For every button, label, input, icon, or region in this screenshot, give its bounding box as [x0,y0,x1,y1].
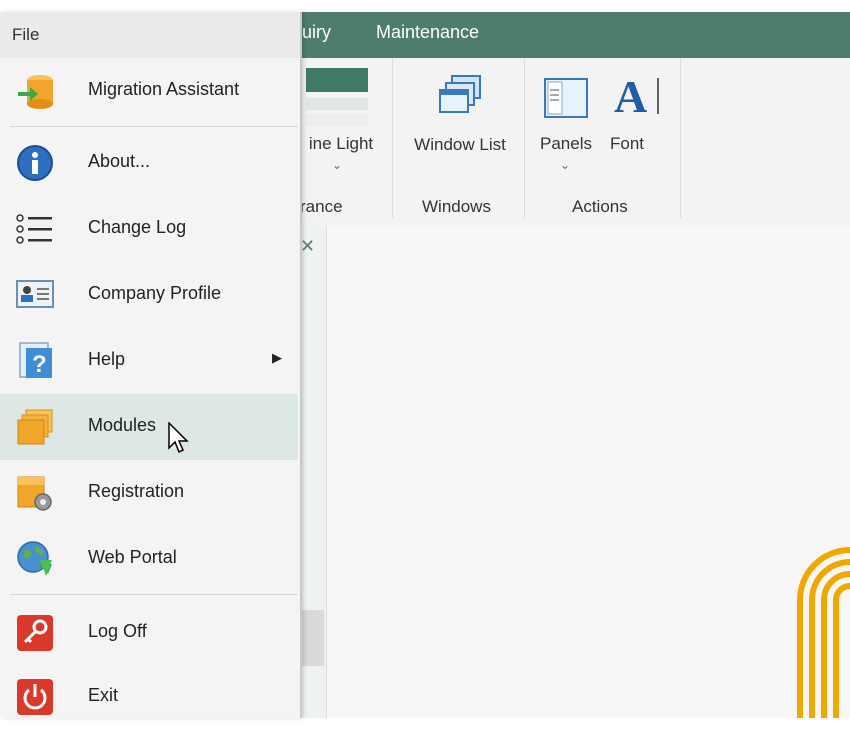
tab-inquiry[interactable]: uiry [302,22,331,43]
panels-icon [544,78,588,118]
menu-item-web-portal[interactable]: Web Portal [0,526,298,592]
menu-separator [10,594,298,595]
app-window: uiry Maintenance ine Light ⌄ Window List [0,0,850,718]
group-label-actions: Actions [572,197,628,216]
scrollbar[interactable] [302,610,324,666]
menu-item-label: Modules [88,415,157,435]
migration-icon [18,75,53,109]
menu-item-label: Registration [88,481,185,501]
group-divider [524,58,525,218]
globe-icon [17,541,52,576]
tab-maintenance[interactable]: Maintenance [376,22,479,43]
menu-item-label: Company Profile [88,283,222,303]
font-label: Font [610,134,645,153]
help-icon: ? [19,342,52,378]
file-menu: File Migration Assistant About... Change… [0,12,302,718]
theme-icon [306,68,368,126]
font-icon: A [614,72,659,118]
svg-text:A: A [614,72,647,118]
mouse-cursor-icon [168,422,189,454]
file-menu-header[interactable]: File [0,12,300,58]
power-icon [17,679,53,715]
window-list-button[interactable]: Window List [404,58,514,188]
group-label-appearance: rance [300,197,343,216]
menu-item-label: Exit [88,685,119,705]
submenu-arrow-icon: ▶ [272,350,282,365]
panels-label: Panels [540,134,592,153]
theme-label: ine Light [308,134,374,153]
menu-item-label: Help [88,349,126,369]
svg-text:?: ? [32,351,47,378]
registration-icon [17,476,52,511]
menu-item-log-off[interactable]: Log Off [0,600,298,666]
menu-item-exit[interactable]: Exit [0,664,298,730]
menu-item-label: Change Log [88,217,187,237]
file-menu-title: File [12,25,40,44]
group-divider [680,58,681,218]
chevron-down-icon: ⌄ [560,158,571,172]
menu-item-label: About... [88,151,151,171]
menu-item-label: Web Portal [88,547,177,567]
document-area [327,226,850,718]
key-icon [17,615,53,651]
group-divider [392,58,393,218]
window-list-icon [439,75,481,113]
close-icon[interactable]: ✕ [300,236,315,257]
list-icon [16,214,52,244]
chevron-down-icon: ⌄ [332,158,343,172]
info-icon [17,145,53,181]
menu-separator [10,126,298,127]
menu-item-label: Log Off [88,621,147,641]
menu-item-help[interactable]: ? Help ▶ [0,328,298,394]
menu-item-registration[interactable]: Registration [0,460,298,526]
menu-item-about[interactable]: About... [0,130,298,196]
group-label-windows: Windows [422,197,491,216]
menu-item-label: Migration Assistant [88,79,240,99]
modules-icon [17,409,53,445]
ribbon: ine Light ⌄ Window List Panels ⌄ A Font … [300,58,850,227]
panels-button[interactable]: Panels ⌄ [536,58,606,188]
menu-item-modules[interactable]: Modules [0,394,298,460]
menu-item-change-log[interactable]: Change Log [0,196,298,262]
font-button[interactable]: A Font [606,58,666,188]
theme-button[interactable]: ine Light ⌄ [300,58,392,188]
menu-item-company-profile[interactable]: Company Profile [0,262,298,328]
profile-card-icon [16,280,54,308]
menu-item-migration-assistant[interactable]: Migration Assistant [0,58,298,124]
logo-icon [797,547,850,718]
window-list-label: Window List [414,135,506,154]
